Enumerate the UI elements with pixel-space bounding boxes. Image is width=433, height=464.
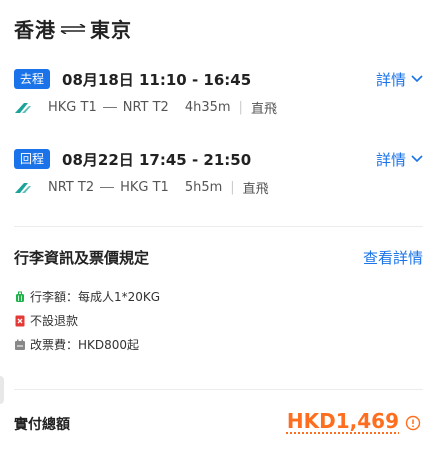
round-trip-arrow-icon: [60, 23, 86, 34]
chevron-down-icon: [411, 155, 423, 163]
origin-city: 香港: [14, 18, 56, 42]
airline-logo-icon: [15, 103, 31, 113]
separator: |: [238, 99, 243, 115]
outbound-segment: 去程 08月18日 11:10 - 16:45 詳情 HKG T1 NRT T2…: [14, 67, 423, 117]
return-badge: 回程: [14, 149, 51, 169]
outbound-datetime: 08月18日 11:10 - 16:45: [62, 70, 252, 89]
side-handle: [0, 376, 4, 404]
return-segment: 回程 08月22日 17:45 - 21:50 詳情 NRT T2 HKG T1…: [14, 147, 423, 197]
divider: [14, 226, 423, 227]
destination-city: 東京: [90, 18, 132, 42]
separator: |: [230, 179, 235, 195]
total-price[interactable]: HKD1,469: [287, 409, 399, 433]
change-fee-policy: 改票費：HKD800起: [14, 336, 139, 353]
outbound-to: NRT T2: [122, 99, 169, 115]
luggage-icon: [16, 291, 24, 302]
return-details-link[interactable]: 詳情: [376, 149, 423, 170]
info-icon[interactable]: [405, 415, 421, 431]
route-dash: [102, 106, 117, 108]
return-details-label: 詳情: [375, 150, 406, 169]
total-label: 實付總額: [14, 417, 70, 433]
chevron-down-icon: [411, 75, 423, 83]
change-fee-icon: [15, 339, 25, 350]
no-refund-icon: [15, 315, 25, 326]
outbound-details-label: 詳情: [375, 70, 406, 89]
refund-policy-text: 不設退款: [30, 314, 79, 328]
outbound-from: HKG T1: [48, 99, 97, 115]
baggage-allowance: 行李額：每成人1*20KG: [14, 288, 160, 305]
route-dash: [100, 186, 115, 188]
return-to: HKG T1: [120, 179, 169, 195]
return-stops: 直飛: [242, 181, 269, 197]
refund-policy: 不設退款: [14, 312, 78, 329]
divider: [14, 389, 423, 390]
outbound-stops: 直飛: [250, 101, 277, 117]
outbound-details-link[interactable]: 詳情: [376, 69, 423, 90]
route-title: 香港 東京: [14, 14, 132, 43]
outbound-duration: 4h35m: [184, 99, 231, 115]
baggage-policy-title: 行李資訊及票價規定: [14, 249, 150, 267]
change-fee-text: 改票費：HKD800起: [30, 338, 140, 352]
return-from: NRT T2: [48, 179, 95, 195]
return-duration: 5h5m: [184, 179, 223, 195]
baggage-allowance-text: 行李額：每成人1*20KG: [30, 290, 161, 304]
view-policy-details-link[interactable]: 查看詳情: [363, 247, 423, 268]
return-datetime: 08月22日 17:45 - 21:50: [62, 150, 252, 169]
airline-logo-icon: [15, 183, 31, 193]
outbound-badge: 去程: [14, 69, 51, 89]
